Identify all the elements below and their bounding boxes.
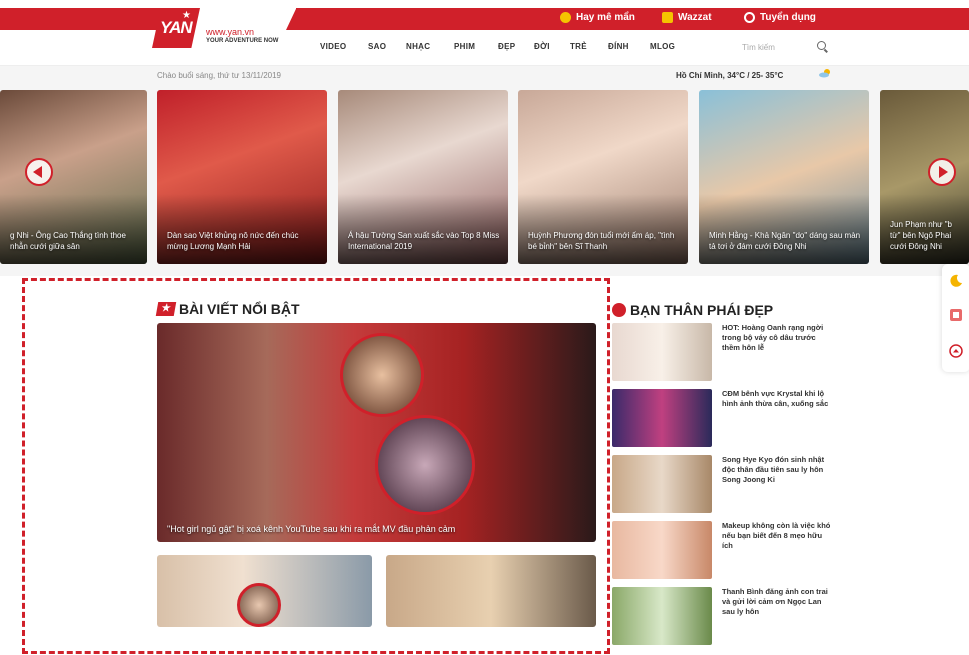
slide-5[interactable]: Minh Hằng - Khả Ngân "dọ" dáng sau màn t… bbox=[699, 90, 869, 264]
wazzat-icon bbox=[662, 12, 673, 23]
menu-item-nhac[interactable]: NHẠC bbox=[406, 42, 454, 51]
inset-group-photo bbox=[375, 415, 475, 515]
slide-1[interactable]: g Nhi - Ông Cao Thắng tình thoe nhẫn cướ… bbox=[0, 90, 147, 264]
top-bar: Hay mê mẩn Wazzat Tuyển dụng bbox=[0, 0, 969, 30]
slide-2[interactable]: Dàn sao Việt khủng nô nức đến chúc mừng … bbox=[157, 90, 327, 264]
featured-thumb-2[interactable] bbox=[386, 555, 596, 627]
slide-caption: Minh Hằng - Khả Ngân "dọ" dáng sau màn t… bbox=[709, 231, 861, 251]
top-slider: g Nhi - Ông Cao Thắng tình thoe nhẫn cướ… bbox=[0, 86, 969, 276]
menu-item-mlog[interactable]: MLOG bbox=[650, 42, 694, 51]
article-thumbnail bbox=[612, 521, 712, 579]
red-dot-icon bbox=[612, 303, 626, 317]
slide-caption: Dàn sao Việt khủng nô nức đến chúc mừng … bbox=[167, 231, 299, 251]
top-link-tuyen-dung[interactable]: Tuyển dụng bbox=[744, 12, 816, 23]
slide-caption: Á hậu Tường San xuất sắc vào Top 8 Miss … bbox=[348, 231, 500, 251]
top-link-wazzat[interactable]: Wazzat bbox=[662, 12, 712, 23]
featured-thumb-1[interactable] bbox=[157, 555, 372, 627]
moon-icon[interactable] bbox=[949, 274, 963, 288]
sidebar-article-3[interactable]: Song Hye Kyo đón sinh nhật độc thân đầu … bbox=[612, 455, 832, 513]
star-icon: ★ bbox=[182, 10, 191, 21]
sidebar-article-2[interactable]: CĐM bênh vực Krystal khi lộ hình ảnh thừ… bbox=[612, 389, 832, 447]
search-icon[interactable] bbox=[817, 41, 826, 50]
search-box[interactable]: Tìm kiếm bbox=[740, 38, 838, 56]
slide-caption: Jun Phạm như "b từ" bên Ngô Phai cưới Đô… bbox=[890, 220, 953, 251]
slide-4[interactable]: Huỳnh Phương đón tuổi mới ấm áp, "tình b… bbox=[518, 90, 688, 264]
menu-item-dep[interactable]: ĐẸP bbox=[498, 42, 534, 51]
article-thumbnail bbox=[612, 587, 712, 645]
greeting-bar: Chào buổi sáng, thứ tư 13/11/2019 Hồ Chí… bbox=[0, 66, 969, 86]
share-icon[interactable] bbox=[949, 308, 963, 322]
slider-prev-button[interactable] bbox=[25, 158, 53, 186]
flame-icon bbox=[560, 12, 571, 23]
menu-item-video[interactable]: VIDEO bbox=[320, 42, 368, 51]
menu-item-doi[interactable]: ĐỜI bbox=[534, 42, 570, 51]
star-icon: ★ bbox=[155, 302, 177, 316]
article-thumbnail bbox=[612, 389, 712, 447]
sidebar-article-5[interactable]: Thanh Bình đăng ảnh con trai và gửi lời … bbox=[612, 587, 832, 645]
slide-3[interactable]: Á hậu Tường San xuất sắc vào Top 8 Miss … bbox=[338, 90, 508, 264]
sidebar-title: BẠN THÂN PHÁI ĐẸP bbox=[612, 302, 773, 318]
category-menu: VIDEO SAO NHẠC PHIM ĐẸP ĐỜI TRẺ ĐÍNH MLO… bbox=[320, 42, 694, 51]
top-link-hay-me-man[interactable]: Hay mê mẩn bbox=[560, 12, 635, 23]
scroll-top-icon[interactable] bbox=[949, 344, 963, 358]
inset-portrait bbox=[340, 333, 424, 417]
sidebar-article-1[interactable]: HOT: Hoàng Oanh rạng ngời trong bộ váy c… bbox=[612, 323, 832, 381]
floating-toolbar bbox=[942, 264, 969, 372]
article-thumbnail bbox=[612, 323, 712, 381]
site-url: www.yan.vn bbox=[206, 27, 255, 37]
menu-item-dinh[interactable]: ĐÍNH bbox=[608, 42, 650, 51]
article-thumbnail bbox=[612, 455, 712, 513]
menu-item-tre[interactable]: TRẺ bbox=[570, 42, 608, 51]
search-input[interactable]: Tìm kiếm bbox=[742, 43, 775, 52]
menu-item-sao[interactable]: SAO bbox=[368, 42, 406, 51]
clock-icon bbox=[744, 12, 755, 23]
weather-text: Hồ Chí Minh, 34°C / 25- 35°C bbox=[676, 71, 784, 80]
slider-next-button[interactable] bbox=[928, 158, 956, 186]
hero-caption: "Hot girl ngủ gật" bị xoá kênh YouTube s… bbox=[167, 524, 456, 534]
inset-portrait bbox=[237, 583, 281, 627]
main-nav: YAN ★ www.yan.vn YOUR ADVENTURE NOW VIDE… bbox=[0, 8, 969, 66]
menu-item-phim[interactable]: PHIM bbox=[454, 42, 498, 51]
site-tagline: YOUR ADVENTURE NOW bbox=[206, 38, 279, 44]
slide-6[interactable]: Jun Phạm như "b từ" bên Ngô Phai cưới Đô… bbox=[880, 90, 969, 264]
sidebar-article-4[interactable]: Makeup không còn là việc khó nếu bạn biế… bbox=[612, 521, 832, 579]
slide-caption: Huỳnh Phương đón tuổi mới ấm áp, "tình b… bbox=[528, 231, 675, 251]
slide-caption: g Nhi - Ông Cao Thắng tình thoe nhẫn cướ… bbox=[10, 231, 126, 251]
sun-cloud-icon bbox=[819, 69, 830, 78]
date-greeting: Chào buổi sáng, thứ tư 13/11/2019 bbox=[157, 71, 281, 80]
featured-hero-article[interactable]: "Hot girl ngủ gật" bị xoá kênh YouTube s… bbox=[157, 323, 596, 542]
featured-title: ★ BÀI VIẾT NỔI BẬT bbox=[155, 301, 300, 317]
